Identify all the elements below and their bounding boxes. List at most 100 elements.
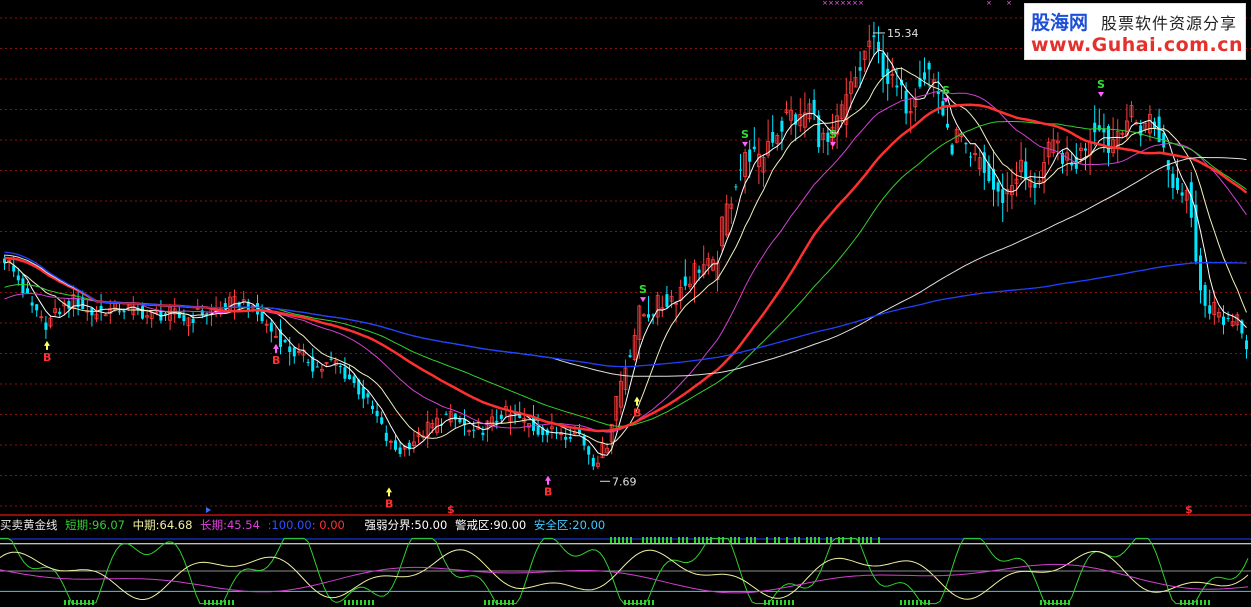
indicator-high-bar [610,537,612,543]
sell-signal-label: S [741,128,749,141]
sell-arrow-icon [742,141,748,147]
candle-body [371,405,374,410]
candle-body [338,365,342,367]
indicator-high-bar [686,537,688,543]
indicator-low-bar [220,600,222,605]
indicator-low-bar [780,600,782,605]
indicator-low-bar [1208,600,1210,605]
top-tick-marker: × [846,0,852,7]
candle-body [205,313,209,315]
candle-body [200,310,204,316]
buy-arrow-icon [273,343,279,353]
indicator-low-bar [784,600,786,605]
indicator-low-bar [1196,600,1198,605]
candle-body [141,306,144,319]
indicator-low-bar [768,600,770,605]
top-tick-marker: × [1006,0,1012,7]
indicator-low-bar [504,600,506,605]
candle-body [348,374,351,379]
indicator-low-bar [64,600,66,605]
candle-body [269,322,273,332]
indicator-low-bar [908,600,910,605]
indicator-high-bar [718,537,720,543]
sell-arrow-icon [1098,92,1104,98]
indicator-low-bar [1184,600,1186,605]
top-tick-marker: × [828,0,834,7]
indicator-low-bar [1040,600,1042,605]
chart-window: 15.34 7.69 B B B B B S S S S S $ $ × × × × × × × × × 股海网 股票软件资… [0,0,1251,607]
candle-body [564,436,568,440]
indicator-low-bar [1048,600,1050,605]
candle-body [306,361,310,363]
indicator-low-bar [1056,600,1058,605]
candle-body [587,446,591,455]
indicator-low-bar [772,600,774,605]
candle-body [26,288,29,294]
candle-body [1001,189,1005,203]
buy-arrow-icon [44,340,50,350]
indicator-low-bar [924,600,926,605]
indicator-low-bar [628,600,630,605]
indicator-low-bar [72,600,74,605]
candle-body [472,429,476,431]
indicator-mid-label: 中期: [132,518,160,532]
indicator-low-bar [368,600,370,605]
indicator-high-bar [814,537,816,543]
candle-body [647,314,650,318]
sell-signal-label: S [639,283,647,296]
candle-body [453,413,457,420]
buy-signal-label: B [43,351,51,364]
indicator-high-bar [878,537,880,543]
indicator-high-bar [850,537,852,543]
candle-body [872,35,876,37]
indicator-low-bar [348,600,350,605]
candle-body [881,52,885,77]
indicator-high-bar [670,537,672,543]
indicator-low-bar [912,600,914,605]
indicator-low-bar [508,600,510,605]
candle-body [35,304,39,311]
indicator-low-bar [492,600,494,605]
candle-body [1208,305,1212,314]
buy-signal-label: B [633,407,641,420]
indicator-high-bar [746,537,748,543]
play-marker-icon [206,507,211,513]
indicator-low-bar [1180,600,1182,605]
indicator-low-bar [488,600,490,605]
indicator-low-bar [356,600,358,605]
candle-body [1176,177,1179,190]
indicator-warn-value: 90.00 [493,518,527,532]
candle-body [964,142,968,145]
indicator-high-bar [870,537,872,543]
candlestick-chart[interactable]: 15.347.69B BBBBSS SS S$ $× × × × × × × × × [0,0,1251,607]
watermark-url: www.Guhai.com.cn [1031,34,1243,56]
candle-body [697,269,701,273]
candle-body [16,275,20,281]
candle-body [495,420,499,422]
candle-body [30,302,34,306]
candle-body [182,314,186,322]
watermark-logo: 股海网 股票软件资源分享 www.Guhai.com.cn [1024,3,1246,60]
indicator-name: 买卖黄金线 [0,518,58,532]
candle-body [683,276,687,286]
candle-body [366,393,370,398]
candle-body [858,67,862,71]
indicator-high-bar [642,537,644,543]
indicator-low-bar [640,600,642,605]
indicator-low-bar [1064,600,1066,605]
indicator-high-bar [630,537,632,543]
candle-body [1033,183,1037,188]
indicator-low-bar [788,600,790,605]
indicator-high-bar [750,537,752,543]
indicator-high-bar [706,537,708,543]
indicator-low-bar [916,600,918,605]
indicator-low-bar [792,600,794,605]
candle-body [380,417,384,424]
top-tick-marker: × [834,0,840,7]
top-tick-marker: × [822,0,828,7]
candle-body [946,123,949,128]
indicator-high-bar [730,537,732,543]
sell-signal-label: S [829,128,837,141]
candle-body [1199,255,1202,291]
indicator-high-bar [866,537,868,543]
